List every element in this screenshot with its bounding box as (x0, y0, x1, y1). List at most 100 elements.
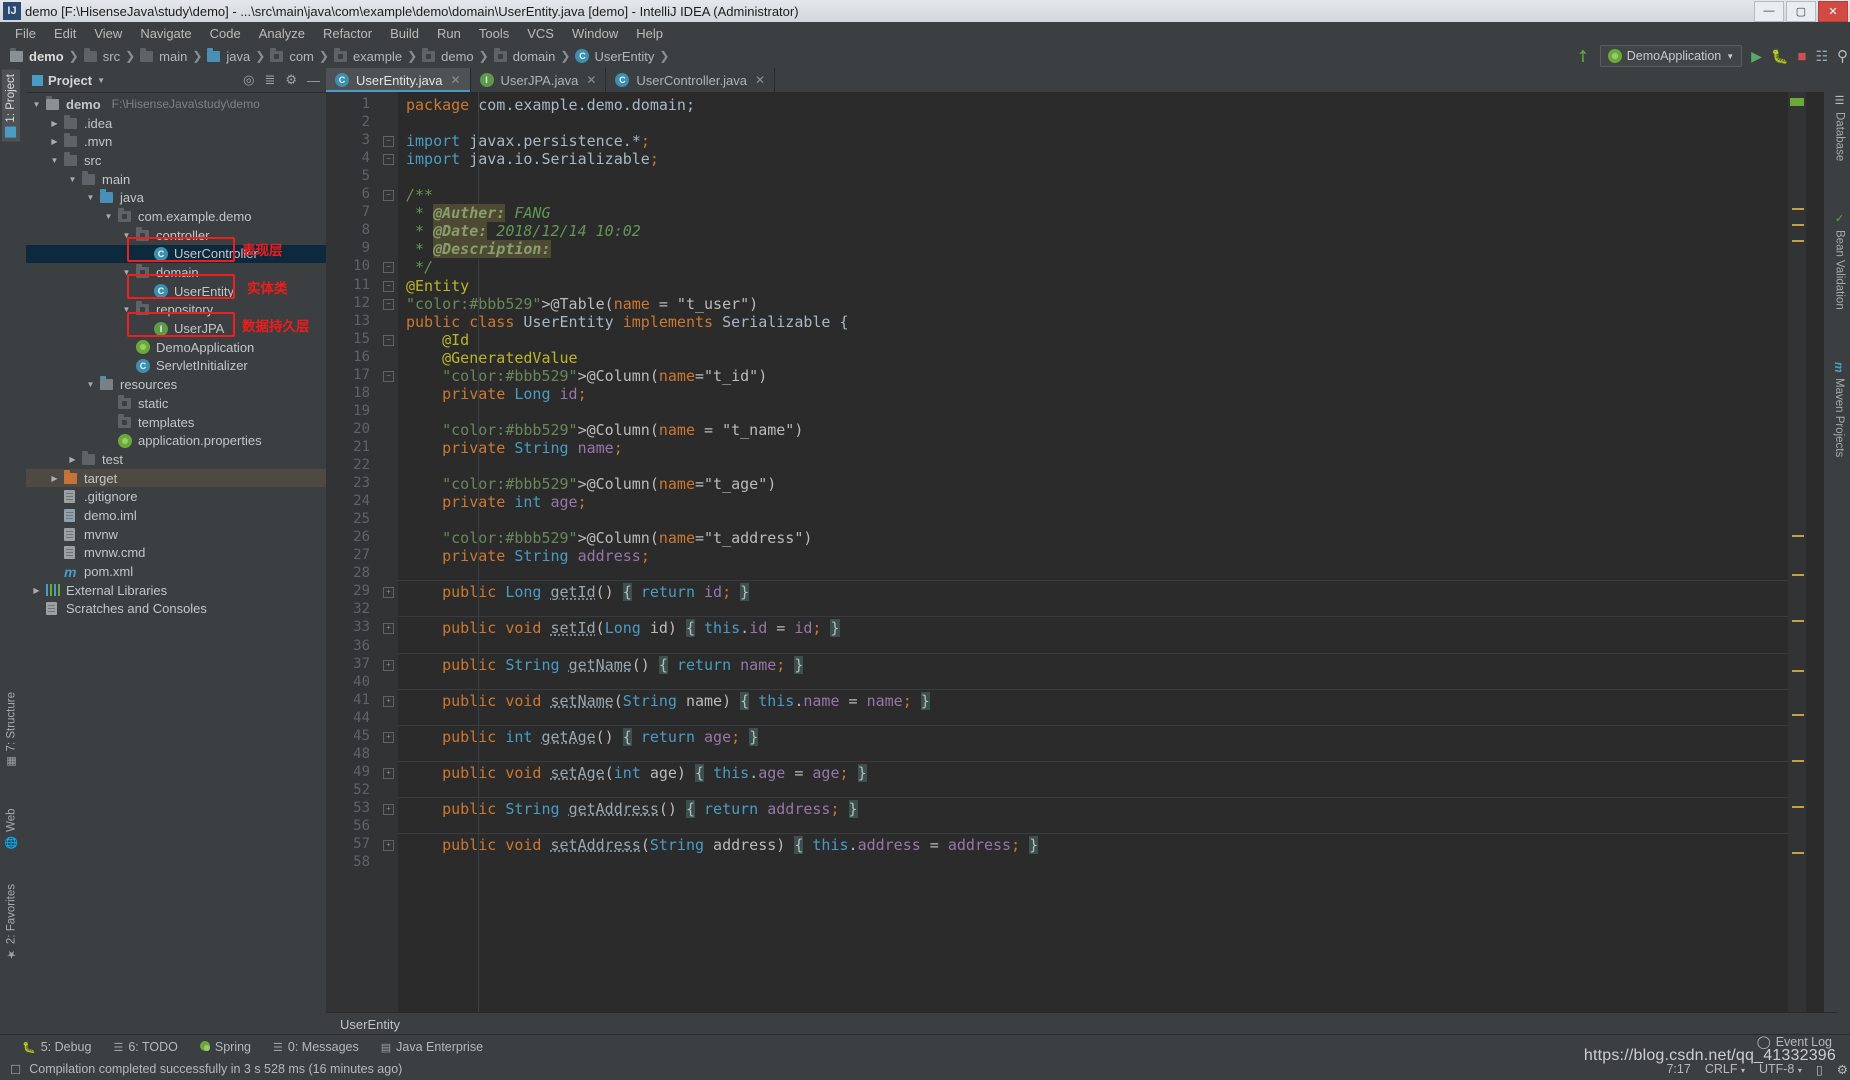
chevron-down-icon[interactable]: ▼ (104, 212, 113, 221)
fold-expand-icon[interactable]: + (383, 803, 394, 815)
tree-node-demo[interactable]: ▼ demo F:\HisenseJava\study\demo (26, 95, 326, 114)
tree-node--gitignore[interactable]: .gitignore (26, 487, 326, 506)
code-text[interactable]: package com.example.demo.domain; import j… (398, 92, 1788, 1012)
breadcrumb-item-main[interactable]: main (136, 47, 191, 65)
fold-expand-icon[interactable]: + (383, 587, 394, 599)
chevron-down-icon[interactable]: ▼ (122, 231, 131, 240)
tree-node-templates[interactable]: templates (26, 413, 326, 432)
fold-collapse-icon[interactable]: − (383, 298, 394, 310)
code-line[interactable]: @GeneratedValue (406, 349, 577, 367)
chevron-right-icon[interactable]: ▶ (32, 586, 41, 595)
chevron-down-icon[interactable]: ▼ (32, 100, 41, 109)
menu-item-navigate[interactable]: Navigate (131, 24, 200, 43)
code-line[interactable]: public int getAge() { return age; } (406, 727, 759, 746)
code-line[interactable]: */ (406, 258, 433, 276)
fold-expand-icon[interactable]: + (383, 659, 394, 671)
sidebar-tab-project[interactable]: 1: Project (2, 70, 20, 142)
chevron-right-icon[interactable]: ▶ (50, 474, 59, 483)
tree-node-mvnw-cmd[interactable]: mvnw.cmd (26, 544, 326, 563)
tree-node-main[interactable]: ▼ main (26, 170, 326, 189)
close-icon[interactable]: ✕ (450, 73, 460, 87)
chevron-right-icon[interactable]: ▶ (50, 137, 59, 146)
close-icon[interactable]: ✕ (755, 73, 765, 87)
code-line[interactable]: public String getAddress() { return addr… (406, 799, 858, 818)
chevron-down-icon[interactable]: ▼ (97, 76, 105, 85)
tree-node-scratches-and-consoles[interactable]: Scratches and Consoles (26, 600, 326, 619)
menu-item-window[interactable]: Window (563, 24, 627, 43)
tree-node-pom-xml[interactable]: m pom.xml (26, 562, 326, 581)
code-line[interactable]: public void setId(Long id) { this.id = i… (406, 619, 840, 638)
tree-node-demo-iml[interactable]: demo.iml (26, 506, 326, 525)
code-line[interactable]: private Long id; (406, 385, 587, 403)
code-line[interactable]: "color:#bbb529">@Table(name = "t_user") (406, 295, 758, 313)
tree-node--idea[interactable]: ▶ .idea (26, 114, 326, 133)
code-line[interactable]: * @Description: (406, 240, 551, 259)
code-line[interactable]: public void setAddress(String address) {… (406, 836, 1039, 855)
code-line[interactable]: import java.io.Serializable; (406, 150, 659, 168)
code-line[interactable]: private String address; (406, 547, 650, 565)
breadcrumb-item-src[interactable]: src (80, 47, 124, 65)
code-line[interactable]: "color:#bbb529">@Column(name="t_id") (406, 367, 767, 385)
sidebar-tab-favorites[interactable]: ★ 2: Favorites (2, 880, 21, 965)
settings-icon[interactable]: ⚙ (285, 72, 297, 88)
code-line[interactable]: public void setAge(int age) { this.age =… (406, 763, 867, 782)
fold-expand-icon[interactable]: + (383, 840, 394, 852)
close-icon[interactable]: ✕ (586, 73, 596, 87)
tree-node-servletinitializer[interactable]: C ServletInitializer (26, 357, 326, 376)
fold-collapse-icon[interactable]: − (383, 154, 394, 166)
tree-node-resources[interactable]: ▼ resources (26, 375, 326, 394)
editor-tab-userjpa-java[interactable]: I UserJPA.java ✕ (470, 68, 607, 92)
code-line[interactable]: private String name; (406, 439, 623, 457)
tree-node-java[interactable]: ▼ java (26, 188, 326, 207)
search-icon[interactable]: ⚲ (1837, 47, 1848, 65)
stop-button[interactable]: ■ (1797, 48, 1806, 65)
code-line[interactable]: "color:#bbb529">@Column(name="t_age") (406, 475, 776, 493)
run-button[interactable]: ▶ (1751, 48, 1762, 65)
menu-item-build[interactable]: Build (381, 24, 428, 43)
sidebar-tab-structure[interactable]: ▦ 7: Structure (2, 688, 21, 772)
menu-item-help[interactable]: Help (627, 24, 672, 43)
menu-item-file[interactable]: File (6, 24, 45, 43)
code-line[interactable]: * @Auther: FANG (406, 204, 551, 223)
fold-collapse-icon[interactable]: − (383, 370, 394, 382)
editor-tab-usercontroller-java[interactable]: C UserController.java ✕ (606, 68, 775, 92)
collapse-all-icon[interactable]: ≣ (264, 72, 275, 88)
code-folding-gutter[interactable]: − − − − − − − − + + + + + + + + (378, 92, 398, 1012)
fold-collapse-icon[interactable]: − (383, 280, 394, 292)
memory-indicator-icon[interactable]: ⚙ (1837, 1062, 1848, 1077)
chevron-down-icon[interactable]: ▼ (1726, 52, 1734, 61)
editor-tab-userentity-java[interactable]: C UserEntity.java ✕ (326, 68, 471, 92)
code-line[interactable]: import javax.persistence.*; (406, 132, 650, 150)
tree-node-static[interactable]: static (26, 394, 326, 413)
fold-expand-icon[interactable]: + (383, 767, 394, 779)
tree-node--mvn[interactable]: ▶ .mvn (26, 132, 326, 151)
chevron-down-icon[interactable]: ▼ (68, 175, 77, 184)
tree-node-external-libraries[interactable]: ▶ External Libraries (26, 581, 326, 600)
fold-expand-icon[interactable]: + (383, 623, 394, 635)
sidebar-tab-database[interactable]: ☰ Database (1830, 90, 1849, 165)
minimize-button[interactable]: — (1754, 0, 1784, 22)
run-configuration-selector[interactable]: DemoApplication ▼ (1599, 45, 1743, 67)
breadcrumb-item-demo[interactable]: demo (6, 47, 68, 65)
code-line[interactable]: public void setName(String name) { this.… (406, 691, 930, 710)
fold-expand-icon[interactable]: + (383, 731, 394, 743)
breadcrumb-item-example[interactable]: example (330, 47, 406, 65)
code-line[interactable]: public String getName() { return name; } (406, 655, 804, 674)
breadcrumb-item-demo[interactable]: demo (418, 47, 478, 65)
fold-expand-icon[interactable]: + (383, 695, 394, 707)
tree-node-application-properties[interactable]: application.properties (26, 431, 326, 450)
tool-window-5-debug[interactable]: 🐛 5: Debug (22, 1040, 91, 1054)
project-tree[interactable]: ▼ demo F:\HisenseJava\study\demo ▶ .idea ▶ .mv… (26, 93, 326, 618)
tool-window-java-enterprise[interactable]: ▤ Java Enterprise (381, 1040, 483, 1054)
close-button[interactable]: ✕ (1818, 0, 1848, 22)
chevron-right-icon[interactable]: ▶ (68, 455, 77, 464)
menu-item-edit[interactable]: Edit (45, 24, 85, 43)
menu-item-code[interactable]: Code (201, 24, 250, 43)
tool-window-6-todo[interactable]: ☰ 6: TODO (113, 1040, 177, 1054)
locate-icon[interactable]: ◎ (243, 72, 254, 88)
tree-node-mvnw[interactable]: mvnw (26, 525, 326, 544)
menu-item-view[interactable]: View (85, 24, 131, 43)
sidebar-tab-bean-validation[interactable]: ✓ Bean Validation (1830, 208, 1849, 314)
chevron-down-icon[interactable]: ▼ (86, 380, 95, 389)
menu-item-analyze[interactable]: Analyze (250, 24, 314, 43)
